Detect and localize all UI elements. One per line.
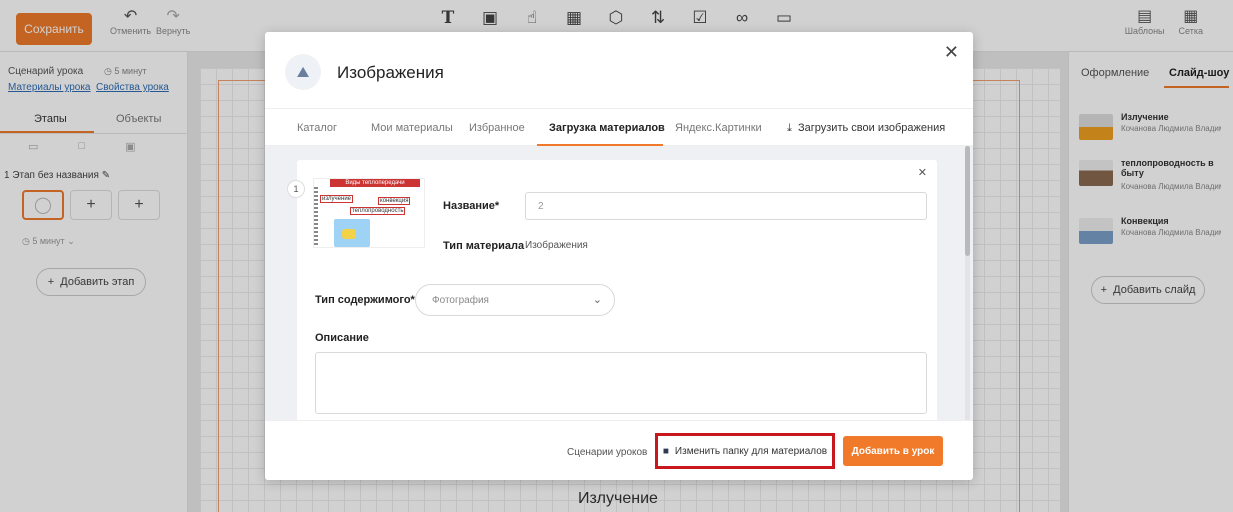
modal-footer: Сценарии уроков ■ Изменить папку для мат… <box>265 420 973 480</box>
modal-body: 1 ✕ Виды теплопередачи излучение конвекц… <box>265 146 973 420</box>
preview-illustration <box>342 229 356 239</box>
download-icon: ⤓ <box>787 122 792 134</box>
type-label: Тип материала <box>443 240 525 252</box>
preview-box: теплопроводность <box>350 207 406 215</box>
upload-own-images-button[interactable]: ⤓ Загрузить свои изображения <box>787 122 945 135</box>
tab-favorites[interactable]: Избранное <box>469 122 525 134</box>
preview-box: излучение <box>320 195 354 203</box>
tab-yandex-images[interactable]: Яндекс.Картинки <box>675 122 762 134</box>
preview-box: конвекция <box>378 197 411 205</box>
modal-title: Изображения <box>337 63 444 82</box>
close-icon[interactable]: ✕ <box>944 42 959 63</box>
type-value: Изображения <box>525 240 588 251</box>
tab-upload-materials[interactable]: Загрузка материалов <box>549 122 665 134</box>
image-preview: Виды теплопередачи излучение конвекция т… <box>313 178 425 248</box>
upload-item-card: 1 ✕ Виды теплопередачи излучение конвекц… <box>287 160 937 420</box>
scrollbar[interactable] <box>965 146 970 420</box>
scenarios-link[interactable]: Сценарии уроков <box>567 447 647 458</box>
item-number: 1 <box>287 180 305 198</box>
description-label: Описание <box>315 332 369 344</box>
notebook-rings <box>314 187 318 247</box>
modal-tabs: Каталог Мои материалы Избранное Загрузка… <box>265 108 973 146</box>
name-field[interactable]: 2 <box>525 192 927 220</box>
change-folder-label: Изменить папку для материалов <box>674 445 828 457</box>
scrollbar-thumb[interactable] <box>965 146 970 256</box>
content-type-select[interactable]: Фотография ⌄ <box>415 284 615 316</box>
add-to-lesson-button[interactable]: Добавить в урок <box>843 436 943 466</box>
preview-header: Виды теплопередачи <box>330 179 420 187</box>
images-modal: ⛰ Изображения ✕ Каталог Мои материалы Из… <box>265 32 973 480</box>
upload-own-label: Загрузить свои изображения <box>798 122 946 134</box>
tab-catalog[interactable]: Каталог <box>297 122 337 134</box>
tab-my-materials[interactable]: Мои материалы <box>371 122 453 134</box>
image-icon: ⛰ <box>285 54 321 90</box>
folder-icon: ■ <box>662 445 669 457</box>
remove-item-icon[interactable]: ✕ <box>918 166 927 179</box>
chevron-down-icon: ⌄ <box>592 294 602 306</box>
content-type-label: Тип содержимого* <box>315 294 415 306</box>
content-type-value: Фотография <box>432 295 489 306</box>
name-label: Название* <box>443 200 500 212</box>
description-field[interactable] <box>315 352 927 414</box>
change-folder-button[interactable]: ■ Изменить папку для материалов <box>655 433 835 469</box>
